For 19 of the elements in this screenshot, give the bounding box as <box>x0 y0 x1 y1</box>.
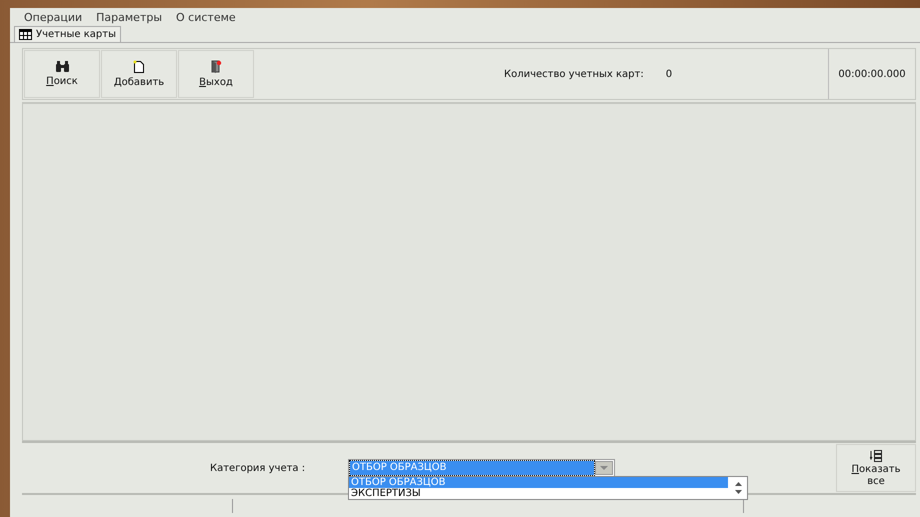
dropdown-option[interactable]: ЭКСПЕРТИЗЫ <box>349 488 728 499</box>
category-label: Категория учета : <box>210 462 306 474</box>
toolbar-button[interactable]: Поиск <box>24 50 100 98</box>
show-all-button[interactable]: Показать все <box>836 444 916 492</box>
count-label: Количество учетных карт: <box>504 68 644 80</box>
tab[interactable]: Учетные карты <box>14 26 121 42</box>
scroll-arrows-icon[interactable] <box>734 481 743 495</box>
toolbar-button[interactable]: Выход <box>178 50 254 98</box>
binoculars-icon <box>56 61 68 72</box>
toolbar-button[interactable]: Добавить <box>101 50 177 98</box>
door-icon <box>210 60 222 73</box>
menu-item[interactable]: О системе <box>176 11 236 24</box>
grid-icon <box>19 29 32 40</box>
page-icon <box>133 60 145 73</box>
menu-item[interactable]: Параметры <box>96 11 162 24</box>
timer: 00:00:00.000 <box>828 49 915 99</box>
count-value: 0 <box>666 68 672 80</box>
list-icon <box>870 450 882 462</box>
menu-item[interactable]: Операции <box>24 11 82 24</box>
